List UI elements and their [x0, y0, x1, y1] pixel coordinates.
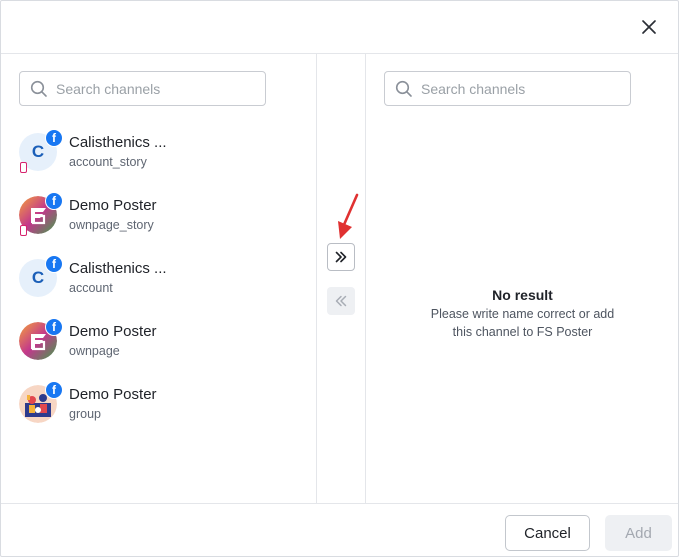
empty-state-text-line2: this channel to FS Poster: [452, 325, 593, 339]
empty-state-text-line1: Please write name correct or add: [430, 307, 615, 321]
add-channels-modal: C f Calisthenics ... account_story: [0, 0, 679, 557]
modal-body: C f Calisthenics ... account_story: [1, 54, 678, 503]
channel-type: ownpage: [69, 344, 120, 358]
channel-item[interactable]: C f Calisthenics ... account_story: [19, 127, 309, 177]
close-button[interactable]: [638, 16, 660, 38]
empty-state-title: No result: [492, 287, 553, 303]
modal-footer: Cancel Add: [1, 503, 678, 558]
search-icon: [395, 80, 412, 97]
available-channels-panel: C f Calisthenics ... account_story: [1, 54, 317, 503]
double-chevron-right-icon: [335, 251, 347, 263]
facebook-icon: f: [45, 192, 63, 210]
instagram-icon: [20, 162, 27, 173]
right-search-box[interactable]: [384, 71, 631, 106]
facebook-icon: f: [45, 129, 63, 147]
channel-type: ownpage_story: [69, 218, 154, 232]
channel-avatar: f: [19, 318, 63, 362]
red-arrow-icon: [338, 193, 359, 239]
right-search-input[interactable]: [421, 80, 601, 97]
modal-header: [1, 1, 678, 54]
instagram-icon: [20, 225, 27, 236]
facebook-icon: f: [45, 318, 63, 336]
transfer-controls: [317, 54, 366, 503]
channel-name: Calisthenics ...: [69, 260, 167, 277]
left-search-box[interactable]: [19, 71, 266, 106]
left-search-input[interactable]: [56, 80, 236, 97]
double-chevron-left-icon: [335, 295, 347, 307]
channel-item[interactable]: f Demo Poster group: [19, 379, 309, 429]
channel-item[interactable]: f Demo Poster ownpage_story: [19, 190, 309, 240]
channel-avatar: f: [19, 381, 63, 425]
close-icon: [642, 20, 656, 34]
facebook-icon: f: [45, 255, 63, 273]
add-button[interactable]: Add: [605, 515, 672, 551]
channel-name: Calisthenics ...: [69, 134, 167, 151]
channel-avatar: f: [19, 192, 63, 236]
channel-avatar: C f: [19, 129, 63, 173]
move-left-button[interactable]: [327, 287, 355, 315]
channel-avatar: C f: [19, 255, 63, 299]
channel-type: account_story: [69, 155, 147, 169]
channel-name: Demo Poster: [69, 197, 157, 214]
move-right-button[interactable]: [327, 243, 355, 271]
search-icon: [30, 80, 47, 97]
channel-item[interactable]: f Demo Poster ownpage: [19, 316, 309, 366]
facebook-icon: f: [45, 381, 63, 399]
selected-channels-panel: No result Please write name correct or a…: [366, 54, 679, 503]
channel-type: account: [69, 281, 113, 295]
cancel-button[interactable]: Cancel: [505, 515, 590, 551]
channel-name: Demo Poster: [69, 386, 157, 403]
channel-item[interactable]: C f Calisthenics ... account: [19, 253, 309, 303]
channel-type: group: [69, 407, 101, 421]
channel-name: Demo Poster: [69, 323, 157, 340]
